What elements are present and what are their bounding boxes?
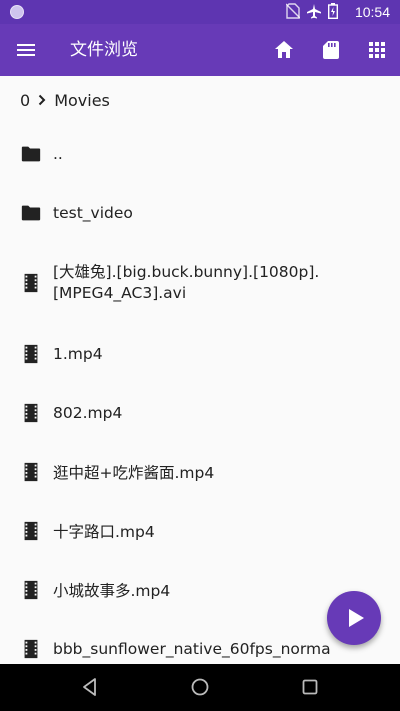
file-name: test_video bbox=[53, 203, 133, 222]
grid-view-icon[interactable] bbox=[365, 38, 389, 62]
list-item-video[interactable]: 1.mp4 bbox=[0, 324, 400, 383]
status-time: 10:54 bbox=[354, 4, 390, 20]
file-name: .. bbox=[53, 144, 63, 163]
breadcrumb-current-folder[interactable]: Movies bbox=[54, 91, 110, 110]
video-file-icon bbox=[24, 639, 38, 658]
chevron-right-icon bbox=[38, 94, 46, 106]
file-name: [大雄兔].[big.buck.bunny].[1080p].[MPEG4_AC… bbox=[53, 263, 320, 302]
page-title: 文件浏览 bbox=[70, 40, 138, 60]
list-item-folder[interactable]: test_video bbox=[0, 183, 400, 242]
video-file-icon bbox=[24, 521, 38, 540]
battery-icon bbox=[328, 3, 338, 19]
play-icon bbox=[349, 609, 364, 627]
recents-icon[interactable] bbox=[299, 676, 321, 698]
list-item-video[interactable]: 逛中超+吃炸酱面.mp4 bbox=[0, 442, 400, 501]
home-nav-icon[interactable] bbox=[189, 676, 211, 698]
video-file-icon bbox=[24, 580, 38, 599]
video-file-icon bbox=[24, 344, 38, 363]
status-bar: 10:54 bbox=[0, 0, 400, 24]
video-file-icon bbox=[24, 273, 38, 293]
menu-icon[interactable] bbox=[14, 38, 38, 62]
system-nav-bar bbox=[0, 664, 400, 711]
video-file-icon bbox=[24, 462, 38, 481]
list-item-video[interactable]: [大雄兔].[big.buck.bunny].[1080p].[MPEG4_AC… bbox=[0, 242, 400, 324]
file-name: 1.mp4 bbox=[53, 344, 103, 363]
airplane-icon bbox=[307, 4, 321, 19]
list-item-video[interactable]: 802.mp4 bbox=[0, 383, 400, 442]
file-name: bbb_sunflower_native_60fps_norma bbox=[53, 639, 331, 658]
file-name: 802.mp4 bbox=[53, 403, 123, 422]
video-file-icon bbox=[24, 403, 38, 422]
breadcrumb-root[interactable]: 0 bbox=[20, 91, 30, 110]
file-name: 小城故事多.mp4 bbox=[53, 581, 171, 600]
sd-card-icon[interactable] bbox=[319, 38, 343, 62]
notification-icon bbox=[10, 5, 24, 19]
list-item-parent-folder[interactable]: .. bbox=[0, 124, 400, 183]
file-name: 逛中超+吃炸酱面.mp4 bbox=[53, 463, 215, 482]
back-icon[interactable] bbox=[79, 676, 101, 698]
play-button[interactable] bbox=[327, 591, 381, 645]
no-sim-icon bbox=[286, 3, 300, 19]
app-toolbar: 文件浏览 bbox=[0, 24, 400, 76]
list-item-video[interactable]: 十字路口.mp4 bbox=[0, 501, 400, 560]
folder-icon bbox=[21, 205, 41, 220]
file-name: 十字路口.mp4 bbox=[53, 522, 155, 541]
home-icon[interactable] bbox=[272, 38, 296, 62]
folder-icon bbox=[21, 146, 41, 161]
status-icons bbox=[286, 3, 338, 19]
breadcrumb: 0 Movies bbox=[0, 76, 400, 124]
